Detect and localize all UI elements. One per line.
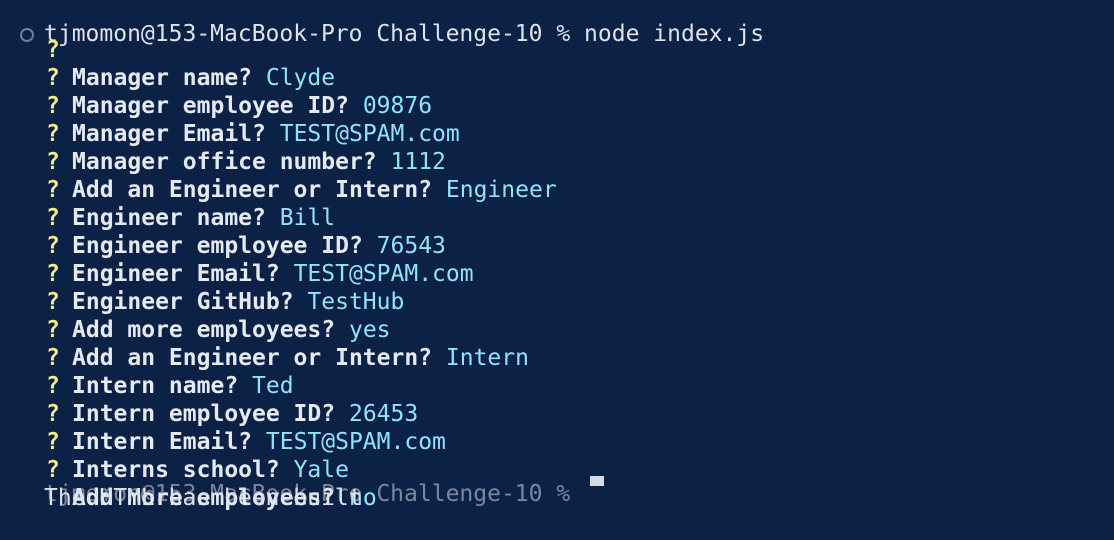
prompt-answer: 1112 [390,149,446,175]
prompt-question: Intern employee ID? [72,401,336,427]
prompt-line: ? Engineer employee ID? 76543 [0,176,446,259]
prompt-line: ? Engineer name? Bill [0,148,335,231]
prompt-line: ? Intern Email? TEST@SPAM.com [0,372,446,455]
prompt-question: Manager Email? [72,121,266,147]
prompt-line: ? Engineer GitHub? TestHub [0,232,404,315]
prompt-line: ? Engineer Email? TEST@SPAM.com [0,204,474,287]
prompt-question: Manager name? [72,65,253,91]
command-text: tjmomon@153-MacBook-Pro Challenge-10 % n… [44,21,765,47]
prompt-question: Add an Engineer or Intern? [72,177,433,203]
prompt-answer: TestHub [307,289,405,315]
prompt-answer: Ted [252,373,294,399]
prompt-line: ? Intern name? Ted [0,316,294,399]
terminal-cursor [590,476,604,486]
prompt-line: ? Add an Engineer or Intern? Engineer [0,120,557,203]
prompt-line: ? Manager office number? 1112 [0,92,446,175]
terminal-window[interactable]: tjmomon@153-MacBook-Pro Challenge-10 % n… [0,0,1114,511]
prompt-answer: 76543 [376,233,446,259]
prompt-answer: Clyde [265,65,336,91]
prompt-question: Engineer GitHub? [72,289,294,315]
prompt-line: ? Intern employee ID? 26453 [0,344,418,427]
prompt-line: ? Interns school? Yale [0,400,349,483]
prompt-question: Intern Email? [72,429,253,455]
prompt-line: ? Add more employees? yes [0,260,391,343]
prompt-answer: yes [348,317,391,343]
prompt-question: Add more employees? [72,317,336,343]
prompt-question: Engineer employee ID? [72,233,363,259]
prompt-question: Intern name? [72,373,239,399]
prompt-line: ? Add more employees? no [0,428,377,511]
prompt-answer: TEST@SPAM.com [265,429,446,455]
prompt-question: Engineer Email? [72,261,280,287]
prompt-answer: Bill [279,205,336,231]
prompt-question: Manager office number? [72,149,377,175]
next-prompt: tjmomon@153-MacBook-Pro Challenge-10 % [44,481,571,507]
prompt-answer: 09876 [362,93,433,119]
prompt-answer: TEST@SPAM.com [279,121,460,147]
prompt-answer: Intern [445,345,529,371]
prompt-question: Engineer name? [72,205,266,231]
prompt-answer: Engineer [445,177,557,203]
prompt-answer: 26453 [348,401,419,427]
prompt-question: Manager employee ID? [72,93,349,119]
prompt-answer: TEST@SPAM.com [293,261,474,287]
prompt-question: Add an Engineer or Intern? [72,345,433,371]
prompt-line: ? Add an Engineer or Intern? Intern [0,288,529,371]
